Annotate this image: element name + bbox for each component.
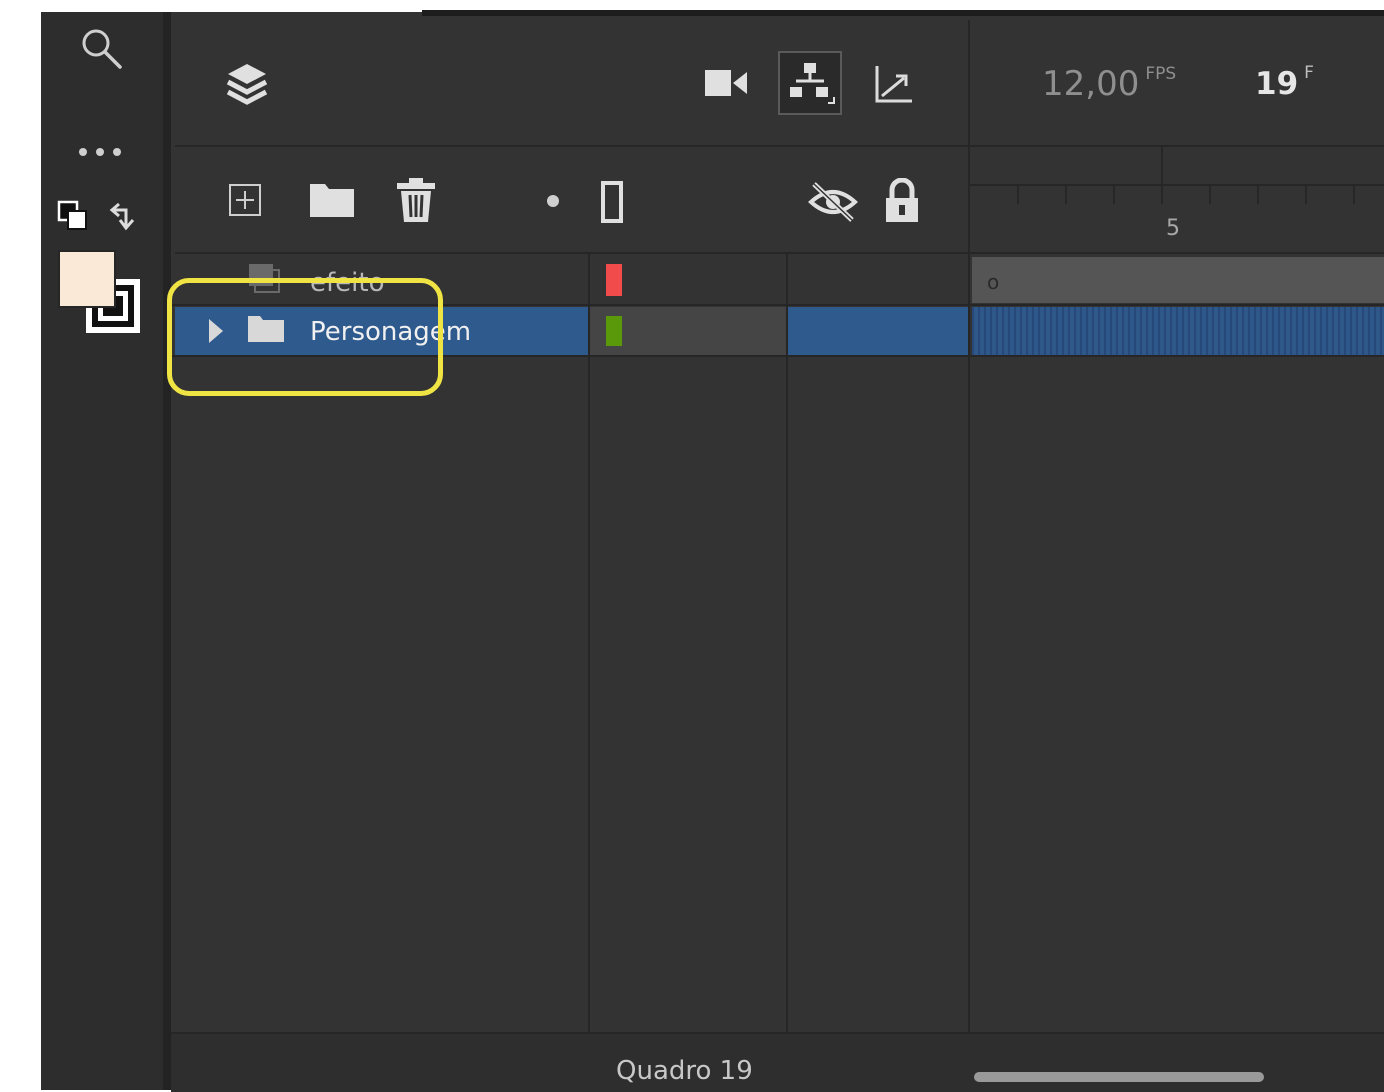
ruler-minor-ticks <box>970 184 1384 206</box>
panel-top-border <box>422 10 1384 16</box>
timeline-divider <box>968 146 970 1090</box>
frame-status: Quadro 19 <box>616 1056 753 1086</box>
frame-unit: F <box>1304 63 1314 83</box>
swap-colors-icon[interactable] <box>108 200 140 232</box>
outline-icon[interactable] <box>600 180 626 224</box>
new-layer-icon[interactable] <box>228 183 262 217</box>
layer-options-cell[interactable] <box>788 307 968 355</box>
dot-icon[interactable] <box>545 193 561 209</box>
layers-icon[interactable] <box>224 60 270 108</box>
current-frame-display[interactable]: 19 F <box>1255 63 1314 102</box>
default-colors-icon[interactable] <box>57 200 89 232</box>
fill-color-swatch[interactable] <box>58 250 116 308</box>
fps-display[interactable]: 12,00 FPS <box>1042 64 1176 104</box>
layer-frames-row-selected[interactable] <box>972 307 1384 355</box>
graph-icon[interactable] <box>874 64 914 104</box>
layer-frames-row[interactable] <box>972 257 1384 303</box>
fps-value[interactable]: 12,00 <box>1042 64 1139 104</box>
layer-parenting-icon[interactable] <box>778 51 842 115</box>
current-frame-value[interactable]: 19 <box>1255 66 1298 102</box>
ruler-tick-label: 5 <box>1166 216 1180 241</box>
lock-icon[interactable] <box>884 178 920 224</box>
frame-status-value: 19 <box>719 1056 753 1086</box>
layer-color-indicator[interactable] <box>606 316 622 346</box>
column-divider-2 <box>786 254 788 1054</box>
more-icon[interactable] <box>78 145 124 159</box>
panel-divider <box>163 12 171 1090</box>
frame-status-label: Quadro <box>616 1056 712 1086</box>
new-folder-icon[interactable] <box>309 182 355 218</box>
column-divider-1 <box>588 254 590 1054</box>
keyframe-marker[interactable]: o <box>987 270 999 294</box>
layer-color-indicator[interactable] <box>606 264 622 296</box>
horizontal-scrollbar[interactable] <box>974 1072 1264 1082</box>
camera-icon[interactable] <box>705 68 747 98</box>
tools-panel <box>41 12 163 1090</box>
delete-icon[interactable] <box>396 177 436 223</box>
ruler-major-tick <box>1161 146 1163 184</box>
header-separator <box>175 145 1384 147</box>
timeline-panel <box>171 12 1384 1090</box>
hide-icon[interactable] <box>808 180 858 224</box>
highlight-annotation <box>167 278 443 396</box>
status-bar <box>171 1032 1384 1092</box>
header-divider <box>968 20 970 145</box>
fps-unit: FPS <box>1145 64 1177 84</box>
search-icon[interactable] <box>78 25 124 71</box>
